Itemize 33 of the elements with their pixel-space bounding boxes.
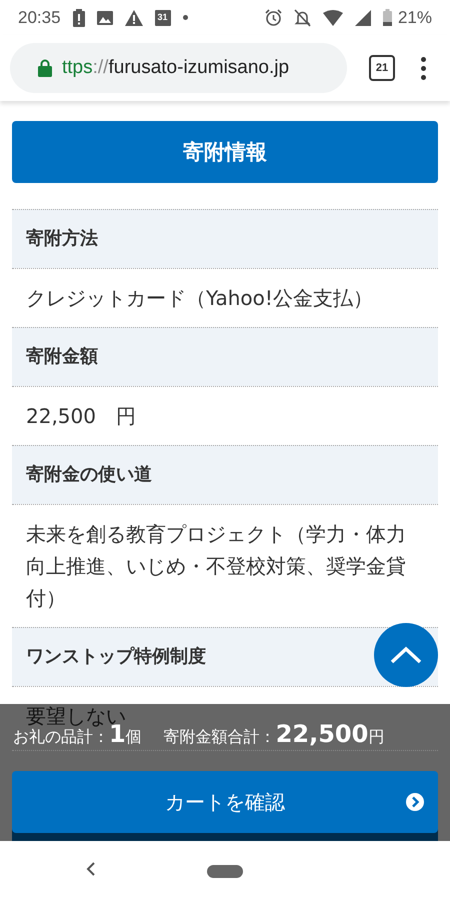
more-notifications-icon — [182, 15, 188, 20]
muted-bell-icon — [294, 8, 311, 26]
total-label: 寄附金額合計： — [164, 729, 276, 745]
field-value: クレジットカード（Yahoo!公金支払） — [26, 286, 373, 310]
clock-time: 20:35 — [18, 8, 61, 28]
chevron-right-icon — [406, 793, 424, 811]
field-label: 寄附方法 — [26, 228, 98, 249]
tab-switcher-button[interactable]: 21 — [369, 55, 395, 81]
field-label: ワンストップ特例制度 — [26, 646, 206, 667]
field-value: 未来を創る教育プロジェクト（学力・体力向上推進、いじめ・不登校対策、奨学金貸付） — [26, 522, 406, 610]
section-header: 寄附情報 — [12, 121, 438, 183]
battery-icon — [382, 9, 392, 26]
field-value: 22,500 円 — [26, 404, 136, 428]
field-label: 寄附金の使い道 — [26, 464, 152, 485]
signal-icon — [354, 10, 371, 26]
back-icon[interactable] — [86, 861, 96, 877]
warning-icon — [124, 10, 143, 26]
wifi-icon — [322, 10, 343, 26]
alarm-icon — [264, 9, 282, 26]
total-amount: 22,500 — [276, 722, 368, 746]
items-label: お礼の品計： — [13, 729, 109, 745]
calendar-icon: 31 — [154, 9, 171, 26]
battery-percentage: 21% — [398, 8, 432, 28]
chevron-up-icon — [390, 646, 422, 664]
view-cart-button[interactable]: カートを確認 — [12, 771, 438, 833]
image-icon — [96, 10, 113, 24]
address-bar[interactable]: ttps://furusato-izumisano.jp — [10, 43, 347, 93]
field-label: 寄附金額 — [26, 346, 98, 367]
items-unit: 個 — [126, 729, 142, 745]
home-button[interactable] — [207, 864, 243, 878]
lock-icon — [38, 59, 52, 77]
alert-notification-icon — [72, 8, 85, 26]
currency-unit: 円 — [368, 729, 384, 745]
